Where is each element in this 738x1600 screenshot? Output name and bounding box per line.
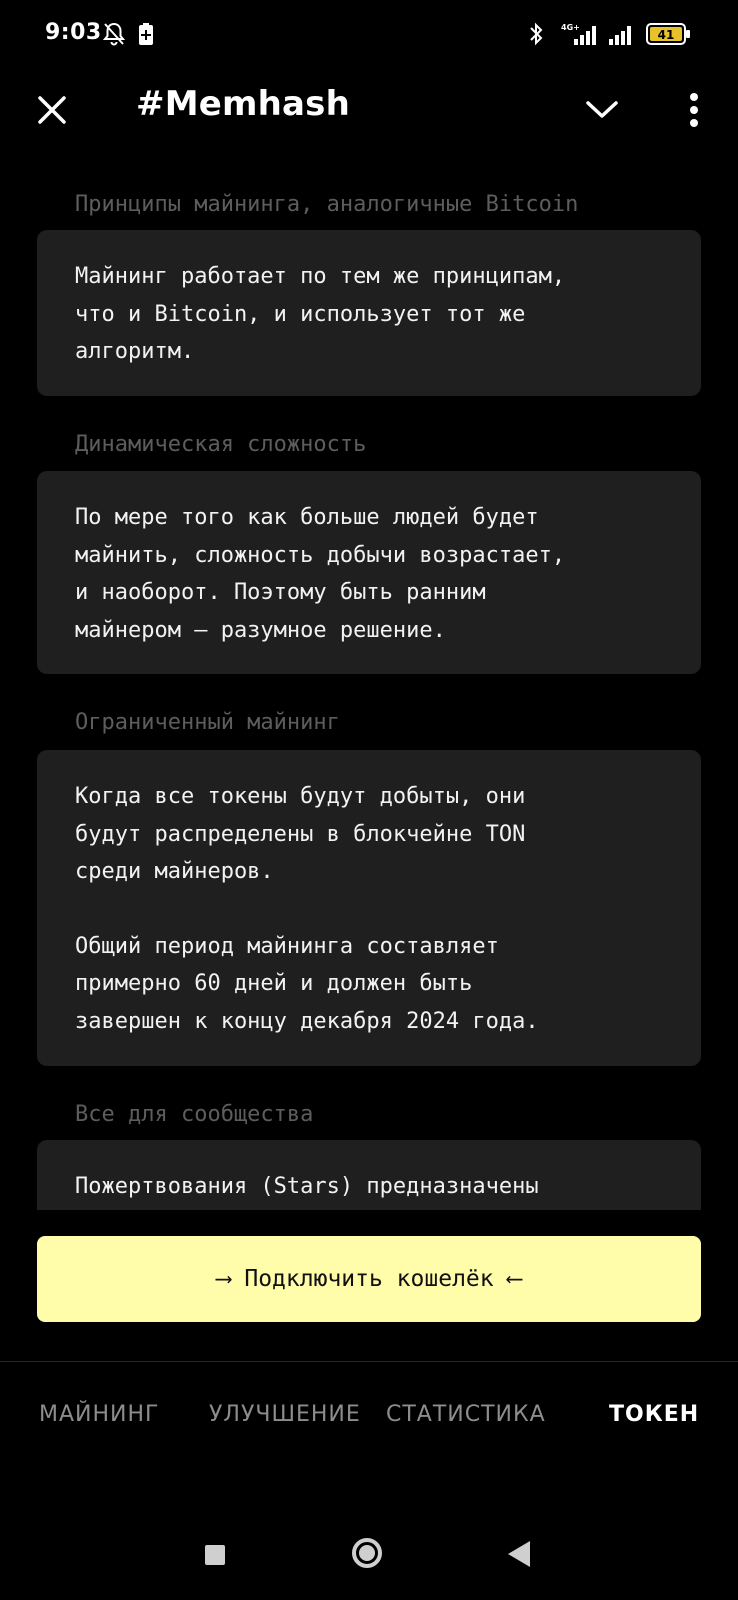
mute-bell-icon xyxy=(102,20,126,48)
section-title: Динамическая сложность xyxy=(75,432,367,457)
status-bar: 9:03 4G+ 41 xyxy=(0,0,738,70)
more-options-button[interactable] xyxy=(672,88,716,132)
card-text: Общий период майнинга составляет примерн… xyxy=(75,933,539,1034)
info-card: Когда все токены будут добыты, они будут… xyxy=(37,750,701,1066)
card-text: Майнинг работает по тем же принципам, чт… xyxy=(75,264,566,364)
tab-upgrade[interactable]: УЛУЧШЕНИЕ xyxy=(209,1402,361,1427)
section-title: Принципы майнинга, аналогичные Bitcoin xyxy=(75,192,579,217)
home-icon xyxy=(359,1545,375,1561)
divider xyxy=(0,1361,738,1362)
card-text: По мере того как больше людей будет майн… xyxy=(75,505,566,643)
signal-4g-icon: 4G+ xyxy=(560,20,602,48)
connect-wallet-button[interactable]: ⟶ Подключить кошелёк ⟵ xyxy=(37,1236,701,1322)
network-type-label: 4G+ xyxy=(561,23,580,32)
more-vertical-icon xyxy=(690,93,698,127)
tab-token[interactable]: ТОКЕН xyxy=(609,1402,699,1427)
battery-level: 41 xyxy=(658,28,675,42)
token-info-scroll[interactable]: Принципы майнинга, аналогичные Bitcoin М… xyxy=(0,150,738,1210)
chevron-down-icon xyxy=(586,101,618,118)
collapse-button[interactable] xyxy=(580,88,624,132)
close-icon xyxy=(38,96,66,124)
bluetooth-icon xyxy=(528,20,544,48)
signal-icon xyxy=(608,20,636,48)
home-button[interactable] xyxy=(352,1538,382,1568)
close-button[interactable] xyxy=(30,88,74,132)
section-title: Все для сообщества xyxy=(75,1102,314,1127)
info-card: Пожертвования (Stars) предназначены xyxy=(37,1140,701,1210)
battery-saver-icon xyxy=(138,20,154,48)
tab-statistics[interactable]: СТАТИСТИКА xyxy=(386,1402,546,1427)
battery-icon: 41 xyxy=(646,20,692,48)
recents-button[interactable] xyxy=(205,1545,225,1565)
card-text: Когда все токены будут добыты, они будут… xyxy=(75,784,526,884)
tab-mining[interactable]: МАЙНИНГ xyxy=(39,1402,159,1427)
app-header: #Memhash xyxy=(0,70,738,150)
page-title: #Memhash xyxy=(136,84,351,124)
info-card: По мере того как больше людей будет майн… xyxy=(37,471,701,674)
section-title: Ограниченный майнинг xyxy=(75,710,340,735)
back-button[interactable] xyxy=(508,1541,530,1567)
status-time: 9:03 xyxy=(45,20,102,45)
info-card: Майнинг работает по тем же принципам, чт… xyxy=(37,230,701,396)
system-nav-bar xyxy=(0,1510,738,1600)
card-text: Пожертвования (Stars) предназначены xyxy=(75,1174,539,1199)
